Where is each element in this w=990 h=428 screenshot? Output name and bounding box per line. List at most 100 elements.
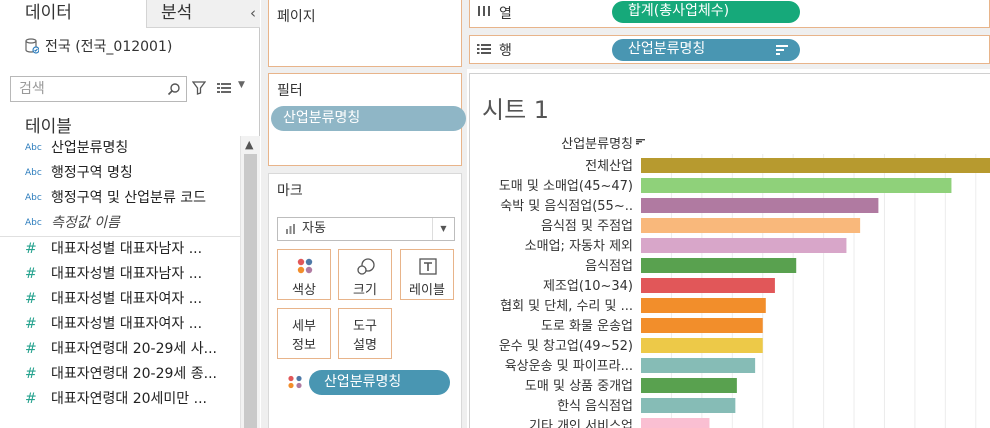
category-label[interactable]: 음식점 및 주점업 xyxy=(541,219,633,234)
size-mark-button[interactable]: 크기 xyxy=(338,249,392,300)
field-item[interactable]: Abc 측정값 이름 xyxy=(0,211,240,236)
bar-mark[interactable] xyxy=(641,378,737,393)
bar-mark[interactable] xyxy=(641,398,736,413)
field-item[interactable]: Abc 산업분류명칭 xyxy=(0,136,240,161)
field-label: 대표자성별 대표자남자 ... xyxy=(51,241,203,257)
measure-type-icon: # xyxy=(25,291,37,307)
mark-type-value: 자동 xyxy=(302,221,326,236)
rows-shelf-label: 행 xyxy=(499,43,512,59)
color-label: 색상 xyxy=(292,283,316,298)
bar-mark[interactable] xyxy=(641,238,847,253)
category-label[interactable]: 도매 및 소매업(45~47) xyxy=(499,179,633,194)
tooltip-label-line2: 설명 xyxy=(353,338,377,353)
tooltip-mark-button[interactable]: 도구 설명 xyxy=(338,308,392,359)
measure-type-icon: # xyxy=(25,316,37,332)
category-label[interactable]: 협회 및 단체, 수리 및 ... xyxy=(500,299,633,314)
filter-pill-industry[interactable]: 산업분류명칭 xyxy=(271,106,466,131)
marks-card: 마크 자동 ▼ 색상 크기 레이블 세부 정보 도구 설명 산업분류명칭 xyxy=(268,173,462,428)
size-circles-icon xyxy=(357,258,375,275)
columns-pill-sum-businesses[interactable]: 합계(총사업체수) xyxy=(612,1,800,23)
bar-mark[interactable] xyxy=(641,298,766,313)
tooltip-label-line1: 도구 xyxy=(353,319,377,334)
mark-type-dropdown[interactable]: 자동 ▼ xyxy=(277,217,455,241)
filters-card[interactable]: 필터 산업분류명칭 xyxy=(268,73,466,166)
category-label[interactable]: 제조업(10~34) xyxy=(543,279,633,294)
category-label[interactable]: 소매업; 자동차 제외 xyxy=(525,239,633,254)
collapse-pane-icon[interactable]: ‹ xyxy=(250,0,256,27)
field-item[interactable]: # 대표자성별 대표자여자 ... xyxy=(0,312,240,337)
color-mark-button[interactable]: 색상 xyxy=(277,249,331,300)
field-item[interactable]: # 대표자연령대 20세미만 ... xyxy=(0,387,240,412)
bar-chart: 산업분류명칭전체산업도매 및 소매업(45~47) 숙박 및 음식점업(55~..… xyxy=(499,137,990,428)
field-item[interactable]: # 대표자성별 대표자여자 ... xyxy=(0,287,240,312)
filter-icon[interactable] xyxy=(192,81,206,95)
field-item[interactable]: # 대표자성별 대표자남자 ... xyxy=(0,262,240,287)
datasource-item[interactable]: 전국 (전국_012001) xyxy=(25,36,172,56)
field-label: 측정값 이름 xyxy=(51,215,120,231)
text-label-icon xyxy=(419,258,437,275)
field-label: 행정구역 명칭 xyxy=(51,165,133,181)
tab-data[interactable]: 데이터 xyxy=(0,0,146,28)
list-view-icon[interactable] xyxy=(217,82,231,94)
pages-card[interactable]: 페이지 xyxy=(268,0,462,67)
bar-mark[interactable] xyxy=(641,218,861,233)
bar-mark[interactable] xyxy=(641,278,775,293)
field-search-box xyxy=(10,76,187,102)
bar-mark[interactable] xyxy=(641,258,797,273)
field-item[interactable]: # 대표자연령대 20-29세 종... xyxy=(0,362,240,387)
detail-label-line1: 세부 xyxy=(292,319,316,334)
bar-mark[interactable] xyxy=(641,318,763,333)
field-label: 대표자성별 대표자여자 ... xyxy=(51,316,203,332)
field-label: 대표자연령대 20세미만 ... xyxy=(51,391,207,407)
category-label[interactable]: 숙박 및 음식점업(55~.. xyxy=(500,199,633,214)
field-label: 대표자연령대 20-29세 종... xyxy=(51,366,217,382)
scrollbar-thumb[interactable] xyxy=(244,154,257,428)
category-label[interactable]: 운수 및 창고업(49~52) xyxy=(499,339,633,354)
rows-icon xyxy=(477,44,491,54)
bar-mark[interactable] xyxy=(641,358,756,373)
category-label[interactable]: 기타 개인 서비스업 xyxy=(529,419,633,428)
columns-shelf-label: 열 xyxy=(499,6,512,22)
label-label: 레이블 xyxy=(409,283,445,298)
field-item[interactable]: # 대표자성별 대표자남자 ... xyxy=(0,237,240,262)
category-label[interactable]: 음식점업 xyxy=(585,259,633,274)
bar-mark[interactable] xyxy=(641,198,879,213)
columns-shelf[interactable]: 열 합계(총사업체수) xyxy=(469,0,990,28)
bar-mark[interactable] xyxy=(641,178,952,193)
field-search-input[interactable] xyxy=(11,77,161,101)
tab-analysis[interactable]: 분석 ‹ xyxy=(146,0,260,28)
bar-mark[interactable] xyxy=(641,418,710,428)
category-label[interactable]: 전체산업 xyxy=(585,159,633,174)
bar-mark[interactable] xyxy=(641,338,763,353)
category-label[interactable]: 한식 음식점업 xyxy=(557,399,633,414)
category-label[interactable]: 육상운송 및 파이프라... xyxy=(505,359,633,374)
field-label: 대표자성별 대표자여자 ... xyxy=(51,291,203,307)
marks-pill-industry[interactable]: 산업분류명칭 xyxy=(309,370,450,395)
bar-mark[interactable] xyxy=(641,158,990,173)
automatic-bars-icon xyxy=(286,224,295,234)
field-item[interactable]: Abc 행정구역 명칭 xyxy=(0,161,240,186)
chevron-down-icon: ▼ xyxy=(432,218,454,240)
label-mark-button[interactable]: 레이블 xyxy=(400,249,454,300)
rows-pill-industry[interactable]: 산업분류명칭 xyxy=(612,39,800,61)
detail-label: 세부 정보 xyxy=(278,317,330,355)
data-pane: 데이터 분석 ‹ 전국 (전국_012001) 검색 ▼ 테이블 Abc 산업분… xyxy=(0,0,260,428)
row-header-label: 산업분류명칭 xyxy=(561,137,633,152)
field-item[interactable]: # 대표자연령대 20-29세 사... xyxy=(0,337,240,362)
string-type-icon: Abc xyxy=(25,193,42,203)
category-label[interactable]: 도매 및 상품 중개업 xyxy=(525,379,633,394)
detail-mark-button[interactable]: 세부 정보 xyxy=(277,308,331,359)
color-dots-icon xyxy=(297,258,313,274)
field-list-scrollbar[interactable]: ▲ xyxy=(240,136,260,428)
field-item[interactable]: Abc 행정구역 및 산업분류 코드 xyxy=(0,186,240,211)
rows-pill-label: 산업분류명칭 xyxy=(628,41,706,57)
string-type-icon: Abc xyxy=(25,218,42,228)
header-sort-icon[interactable] xyxy=(636,139,645,145)
view-options-caret-icon[interactable]: ▼ xyxy=(238,80,245,90)
category-label[interactable]: 도로 화물 운송업 xyxy=(541,319,633,334)
scroll-up-icon[interactable]: ▲ xyxy=(245,138,253,151)
string-type-icon: Abc xyxy=(25,168,42,178)
rows-shelf[interactable]: 행 산업분류명칭 xyxy=(469,35,990,64)
field-label: 대표자연령대 20-29세 사... xyxy=(51,341,217,357)
detail-label-line2: 정보 xyxy=(292,338,316,353)
